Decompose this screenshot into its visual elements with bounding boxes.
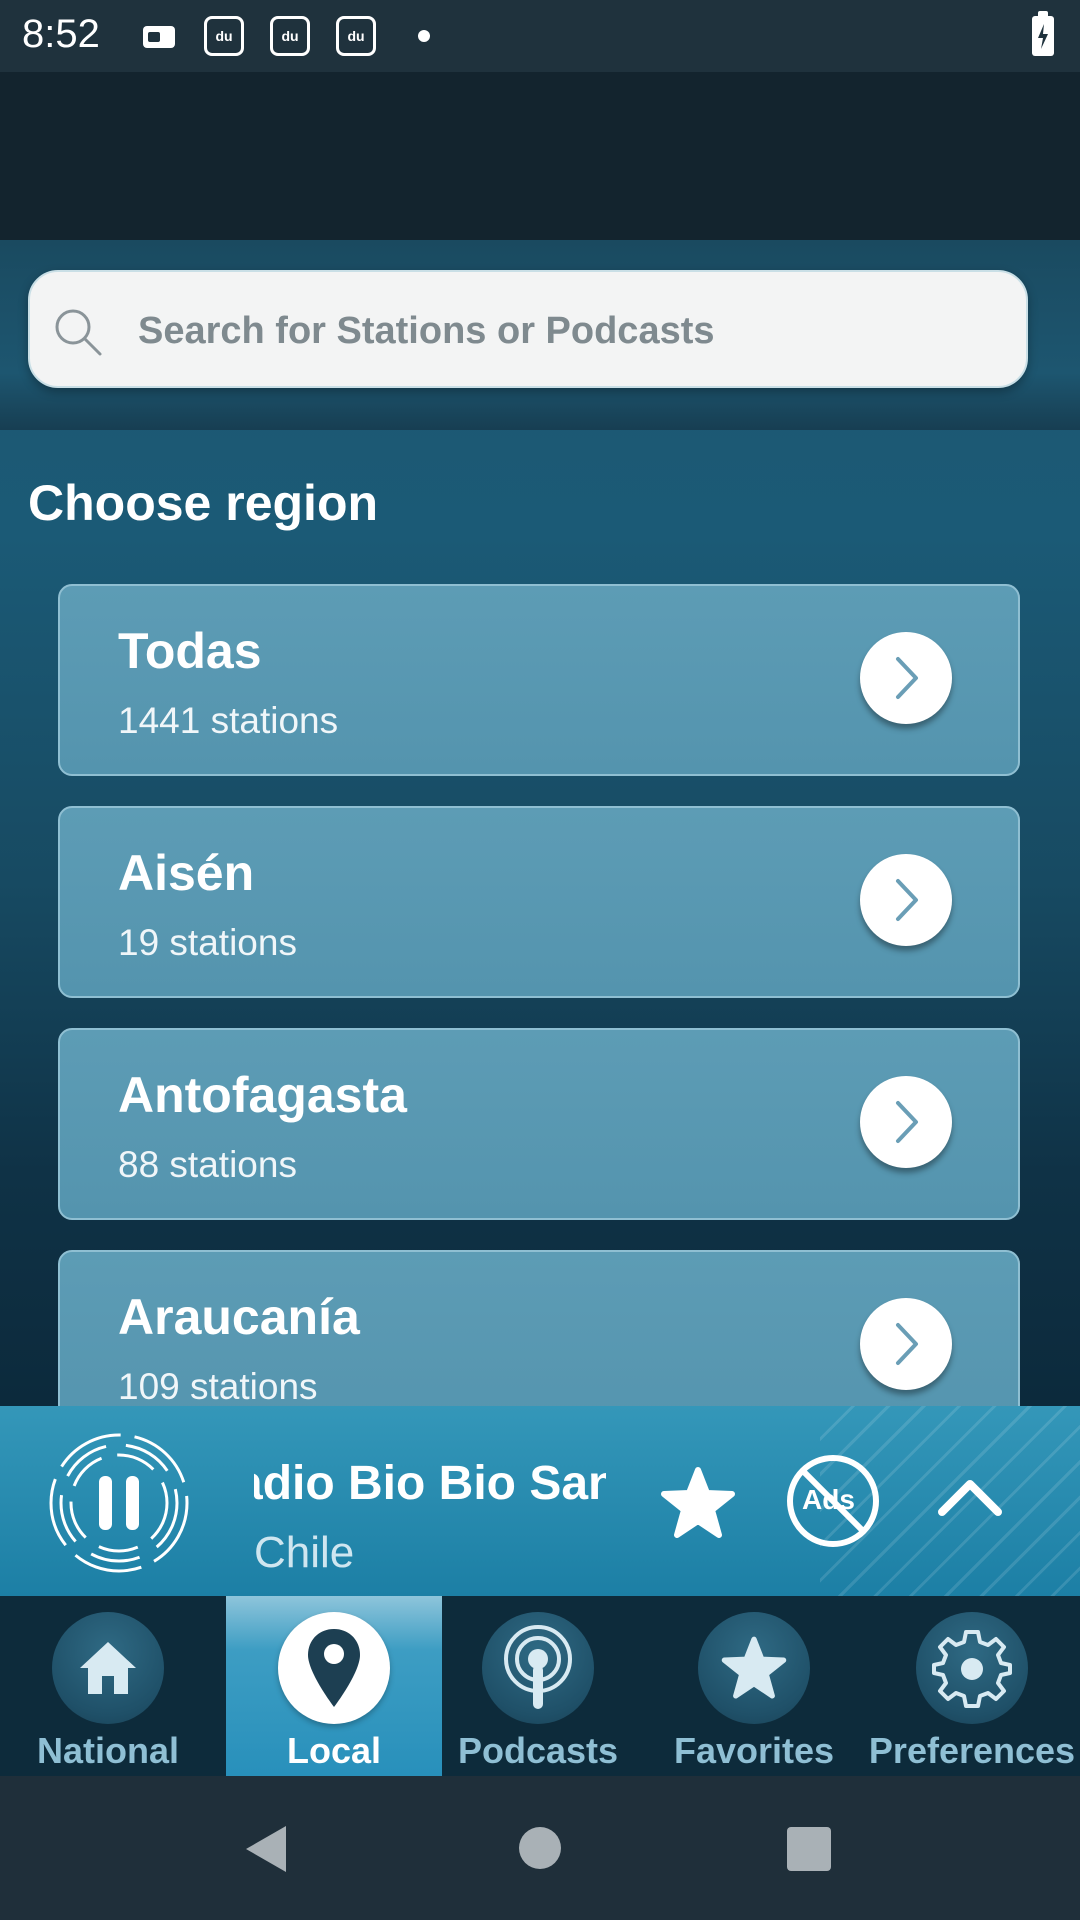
podcast-icon [482,1612,594,1724]
search-input[interactable]: Search for Stations or Podcasts [28,270,1028,388]
nav-label: National [36,1730,179,1771]
region-card-antofagasta[interactable]: Antofagasta 88 stations [58,1028,1020,1220]
region-card-araucania[interactable]: Araucanía 109 stations [58,1250,1020,1406]
search-icon [55,309,102,356]
now-playing-station: adio Bio Bio San [254,1456,606,1511]
favorite-star-button[interactable] [658,1464,738,1544]
star-icon [698,1612,810,1724]
nav-tab-preferences[interactable]: Preferences [864,1596,1080,1776]
radio-notification-icon [143,26,175,48]
region-name: Todas [118,623,262,679]
baidu-notification-icon: du [270,16,310,56]
chevron-right-icon [896,879,918,921]
search-area: Search for Stations or Podcasts [0,240,1080,430]
region-station-count: 19 stations [118,922,297,963]
nav-label: Podcasts [457,1730,619,1771]
region-open-button[interactable] [860,1298,952,1390]
no-ads-label: Ads [802,1484,855,1515]
pause-button[interactable] [46,1430,192,1576]
region-open-button[interactable] [860,632,952,724]
notification-icon-text: du [215,28,233,44]
gear-icon [916,1612,1028,1724]
region-open-button[interactable] [860,854,952,946]
nav-label: Preferences [868,1730,1076,1771]
back-icon[interactable] [242,1824,290,1874]
region-content[interactable]: Search for Stations or Podcasts Choose r… [0,240,1080,1406]
chevron-right-icon [896,1323,918,1365]
status-bar: 8:52 du du du [0,0,1080,72]
nav-tab-favorites[interactable]: Favorites [646,1596,862,1776]
region-name: Aisén [118,845,255,901]
chevron-right-icon [896,1101,918,1143]
now-playing-country: Chile [254,1528,355,1577]
station-name-text: adio Bio Bio San [254,1457,606,1510]
more-notifications-dot [418,30,430,42]
app-header [0,72,1080,240]
region-station-count: 88 stations [118,1144,297,1185]
battery-charging-icon [1032,11,1054,56]
baidu-notification-icon: du [336,16,376,56]
nav-tab-local[interactable]: Local [226,1596,442,1776]
section-title: Choose region [28,475,379,531]
search-placeholder: Search for Stations or Podcasts [138,310,715,352]
chevron-right-icon [896,657,918,699]
mini-player[interactable]: adio Bio Bio San Chile Ads [0,1406,1080,1596]
home-circle-icon[interactable] [518,1826,562,1870]
region-station-count: 1441 stations [118,700,339,741]
region-card-aisen[interactable]: Aisén 19 stations [58,806,1020,998]
home-icon [52,1612,164,1724]
recents-icon[interactable] [786,1826,832,1872]
notification-icon-text: du [281,28,299,44]
region-station-count: 109 stations [118,1366,318,1406]
nav-label: Local [286,1730,382,1771]
nav-label: Favorites [673,1730,835,1771]
system-navigation-bar [0,1776,1080,1920]
region-open-button[interactable] [860,1076,952,1168]
baidu-notification-icon: du [204,16,244,56]
status-time: 8:52 [22,12,100,56]
region-card-todas[interactable]: Todas 1441 stations [58,584,1020,776]
nav-tab-podcasts[interactable]: Podcasts [430,1596,646,1776]
remove-ads-button[interactable]: Ads [784,1452,882,1550]
notification-icon-text: du [347,28,365,44]
chevron-up-icon[interactable] [934,1468,1006,1528]
nav-tab-national[interactable]: National [0,1596,216,1776]
bottom-nav: National Local Podcasts Favorites Prefer… [0,1596,1080,1776]
location-pin-icon [278,1612,390,1724]
region-name: Antofagasta [118,1067,407,1123]
region-name: Araucanía [118,1289,360,1345]
